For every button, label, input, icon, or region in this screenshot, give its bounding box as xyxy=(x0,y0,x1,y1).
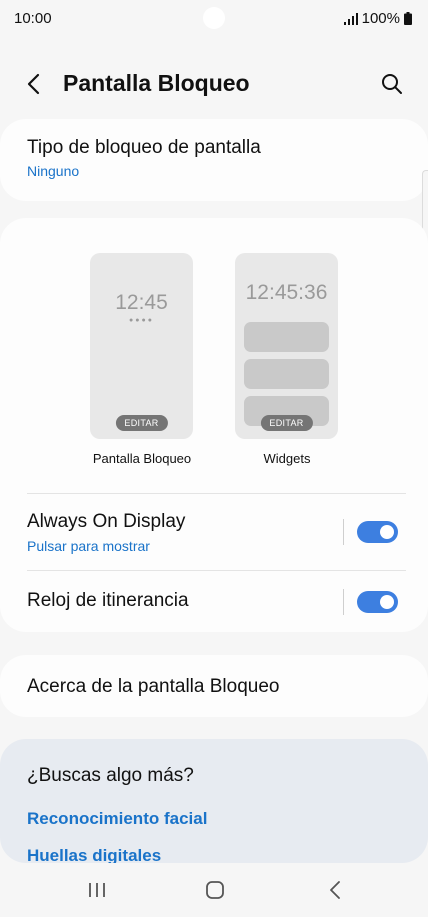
lock-screen-customization-card: 12:45 ●●●● EDITAR Pantalla Bloqueo 12:45… xyxy=(0,218,428,632)
search-icon[interactable] xyxy=(380,72,404,96)
status-time: 10:00 xyxy=(14,10,52,27)
widgets-preview-label: Widgets xyxy=(263,451,311,466)
always-on-display-subtitle: Pulsar para mostrar xyxy=(27,538,150,554)
back-arrow-icon[interactable] xyxy=(22,72,46,96)
toggle-knob xyxy=(378,593,396,611)
lock-screen-preview-label: Pantalla Bloqueo xyxy=(92,451,192,466)
battery-percent: 100% xyxy=(361,10,400,27)
lock-screen-preview[interactable]: 12:45 ●●●● EDITAR xyxy=(90,253,193,439)
app-header: Pantalla Bloqueo xyxy=(0,60,428,108)
roaming-clock-title: Reloj de itinerancia xyxy=(27,590,189,611)
always-on-display-row[interactable]: Always On Display Pulsar para mostrar xyxy=(0,494,428,570)
lock-type-setting[interactable]: Tipo de bloqueo de pantalla Ninguno xyxy=(0,119,428,201)
preview-clock: 12:45:36 xyxy=(245,281,328,304)
status-bar: 10:00 100% xyxy=(0,0,428,38)
toggle-knob xyxy=(378,523,396,541)
roaming-clock-row[interactable]: Reloj de itinerancia xyxy=(0,571,428,632)
lock-type-title: Tipo de bloqueo de pantalla xyxy=(27,137,261,158)
navigation-bar xyxy=(0,863,428,917)
lock-type-value: Ninguno xyxy=(27,163,80,179)
widget-placeholder xyxy=(244,322,329,352)
widget-placeholder xyxy=(244,359,329,389)
always-on-display-toggle[interactable] xyxy=(357,521,398,543)
separator xyxy=(343,519,344,545)
pin-dots: ●●●● xyxy=(129,317,154,324)
recent-apps-icon[interactable] xyxy=(84,877,110,903)
face-recognition-link[interactable]: Reconocimiento facial xyxy=(27,809,207,829)
battery-icon xyxy=(404,12,412,25)
home-icon[interactable] xyxy=(202,877,228,903)
edit-lock-screen-button[interactable]: EDITAR xyxy=(115,415,168,431)
edit-widgets-button[interactable]: EDITAR xyxy=(260,415,313,431)
widgets-preview[interactable]: 12:45:36 EDITAR xyxy=(235,253,338,439)
always-on-display-title: Always On Display xyxy=(27,511,186,532)
about-lock-screen-item[interactable]: Acerca de la pantalla Bloqueo xyxy=(0,655,428,717)
suggestions-card: ¿Buscas algo más? Reconocimiento facial … xyxy=(0,739,428,865)
preview-clock: 12:45 xyxy=(115,291,168,314)
back-icon[interactable] xyxy=(322,877,348,903)
suggestions-heading: ¿Buscas algo más? xyxy=(27,765,194,786)
separator xyxy=(343,589,344,615)
about-lock-screen-title: Acerca de la pantalla Bloqueo xyxy=(27,676,280,697)
roaming-clock-toggle[interactable] xyxy=(357,591,398,613)
camera-cutout xyxy=(203,7,225,29)
signal-icon xyxy=(343,12,358,25)
page-title: Pantalla Bloqueo xyxy=(63,70,250,96)
status-indicators: 100% xyxy=(343,10,412,27)
